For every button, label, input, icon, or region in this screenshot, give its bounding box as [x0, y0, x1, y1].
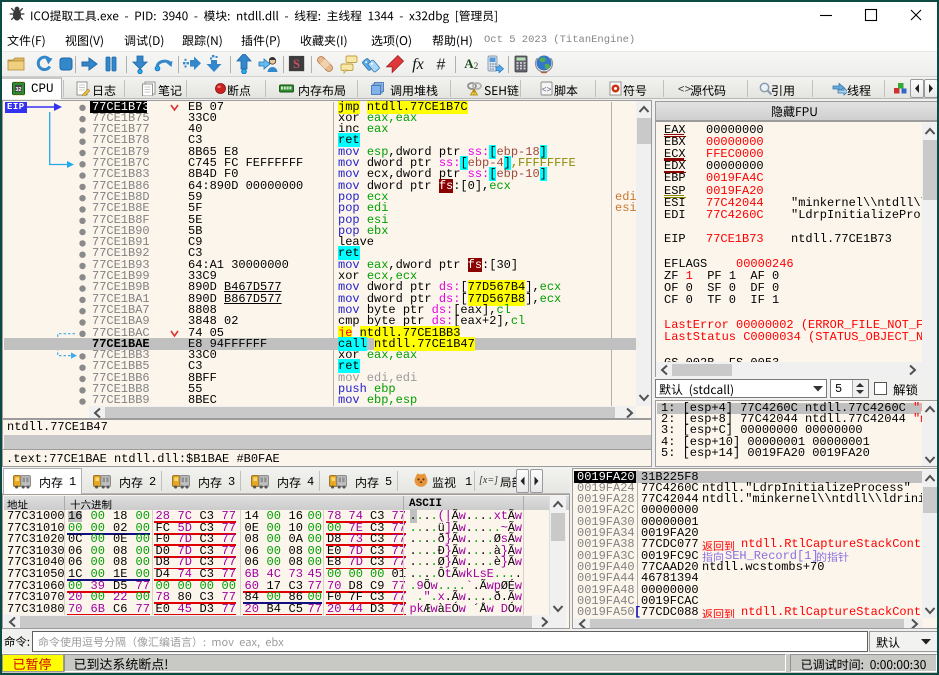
svg-text:<>: <>: [542, 86, 552, 95]
svg-text:S: S: [293, 57, 300, 71]
svg-text:fx: fx: [412, 56, 424, 73]
svg-text:#: #: [437, 57, 446, 74]
svg-text:2: 2: [474, 61, 479, 71]
svg-text:32: 32: [15, 87, 21, 93]
svg-text:<>: <>: [678, 85, 691, 97]
